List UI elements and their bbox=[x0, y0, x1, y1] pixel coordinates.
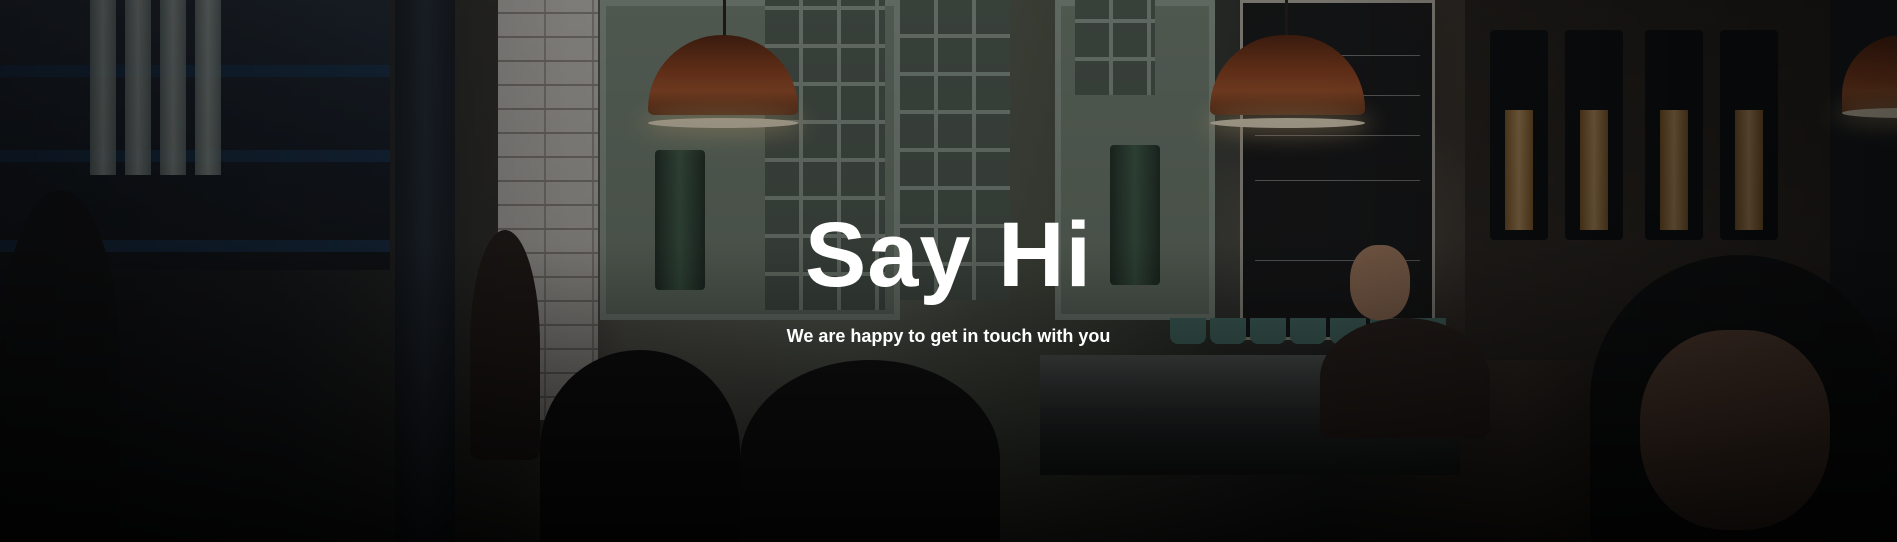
hero-banner: Say Hi We are happy to get in touch with… bbox=[0, 0, 1897, 542]
hero-subtitle: We are happy to get in touch with you bbox=[786, 326, 1111, 346]
hero-title: Say Hi bbox=[804, 204, 1093, 306]
hero-content: Say Hi We are happy to get in touch with… bbox=[0, 200, 1897, 347]
